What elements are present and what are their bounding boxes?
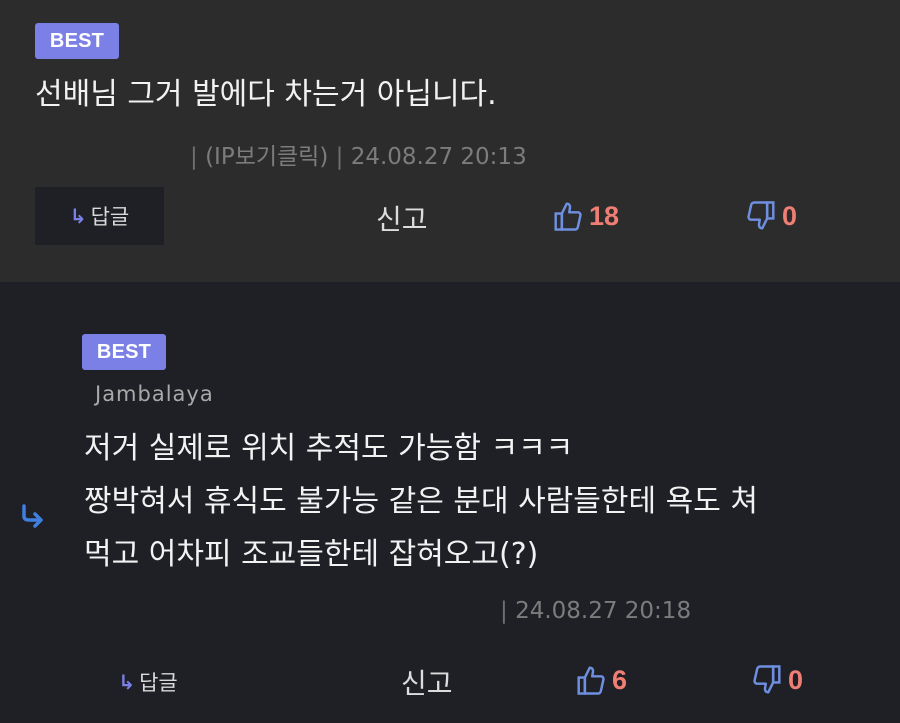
thumbs-up-icon	[554, 202, 582, 231]
downvote-button[interactable]: 0	[752, 664, 803, 696]
comment-line: 저거 실제로 위치 추적도 가능함 ㅋㅋㅋ	[84, 431, 574, 466]
comment-list: BEST 선배님 그거 발에다 차는거 아닙니다. | (IP보기클릭) | 2…	[0, 0, 900, 723]
upvote-button[interactable]: 6	[576, 664, 627, 696]
comment-content: 저거 실제로 위치 추적도 가능함 ㅋㅋㅋ 짱박혀서 휴식도 불가능 같은 분대…	[84, 422, 758, 581]
reply-label: 답글	[90, 205, 130, 229]
best-badge: BEST	[35, 23, 119, 59]
comment-line: 먹고 어차피 조교들한테 잡혀오고(?)	[84, 537, 539, 572]
downvote-count: 0	[788, 664, 804, 695]
report-button[interactable]: 신고	[401, 662, 453, 702]
comment-author[interactable]: Jambalaya	[95, 382, 214, 406]
reply-button[interactable]: ↳ 답글	[108, 660, 188, 704]
reply-label: 답글	[139, 671, 178, 695]
comment-meta: | 24.08.27 20:18	[500, 598, 692, 624]
nested-reply-arrow-icon	[22, 504, 43, 528]
upvote-count: 18	[589, 200, 620, 231]
thumbs-down-icon	[753, 665, 781, 694]
comment-line: 짱박혀서 휴식도 불가능 같은 분대 사람들한테 욕도 쳐	[84, 484, 758, 519]
comment-line: 선배님 그거 발에다 차는거 아닙니다.	[35, 77, 497, 112]
reply-arrow-icon: ↳	[69, 204, 87, 228]
downvote-button[interactable]: 0	[746, 200, 797, 232]
thumbs-up-icon	[577, 666, 605, 695]
comment-datetime: 24.08.27 20:18	[515, 598, 692, 624]
upvote-count: 6	[612, 664, 628, 695]
ip-view-link[interactable]: (IP보기클릭)	[205, 144, 328, 170]
comment-content: 선배님 그거 발에다 차는거 아닙니다.	[35, 72, 497, 118]
downvote-count: 0	[782, 200, 798, 231]
comment-datetime: 24.08.27 20:13	[350, 144, 527, 170]
reply-arrow-icon: ↳	[118, 670, 136, 694]
upvote-button[interactable]: 18	[553, 200, 619, 232]
best-badge: BEST	[82, 334, 166, 370]
comment-meta: | (IP보기클릭) | 24.08.27 20:13	[190, 144, 527, 170]
thumbs-down-icon	[747, 201, 775, 230]
comment-item: BEST 선배님 그거 발에다 차는거 아닙니다. | (IP보기클릭) | 2…	[0, 0, 900, 282]
report-button[interactable]: 신고	[376, 198, 428, 238]
reply-button[interactable]: ↳ 답글	[35, 187, 164, 245]
